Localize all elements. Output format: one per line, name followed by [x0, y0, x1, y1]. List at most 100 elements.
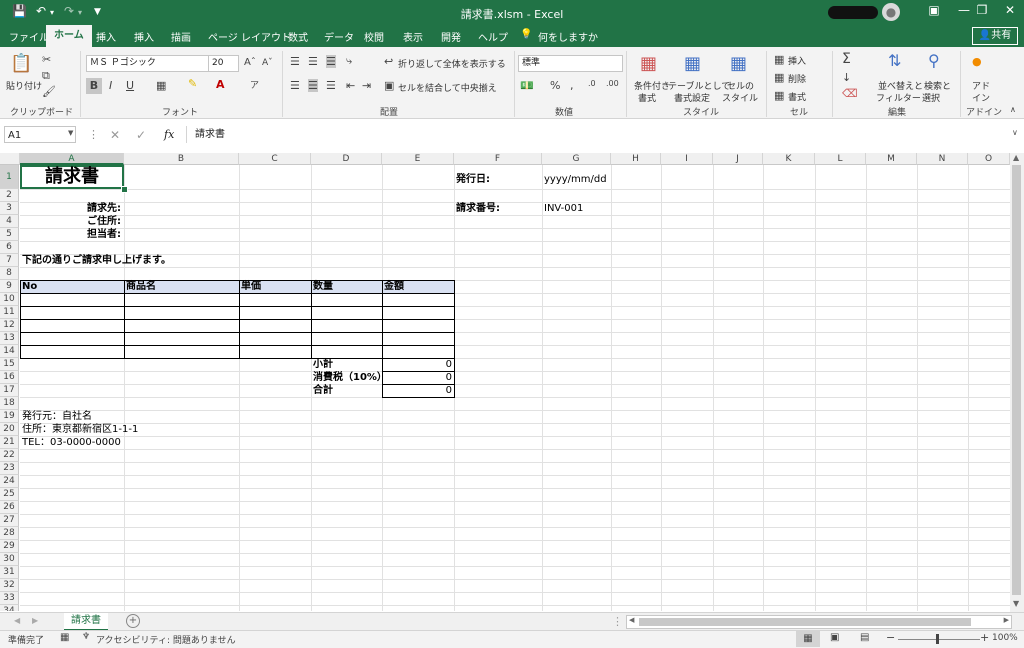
ribbon-display-icon[interactable]: ▣ — [920, 3, 948, 17]
scroll-down-icon[interactable]: ▼ — [1013, 599, 1019, 608]
row-header-10[interactable]: 10 — [0, 293, 19, 306]
column-header-a[interactable]: A — [20, 153, 124, 165]
bold-icon[interactable]: B — [86, 78, 102, 94]
column-header-b[interactable]: B — [124, 153, 239, 165]
vertical-scrollbar[interactable]: ▲ ▼ — [1010, 153, 1024, 612]
row-header-20[interactable]: 20 — [0, 423, 19, 436]
row-header-33[interactable]: 33 — [0, 592, 19, 605]
name-box[interactable]: A1 — [4, 126, 76, 143]
align-right-icon[interactable]: ☰ — [326, 79, 336, 92]
tab-insert-2[interactable]: 挿入 — [134, 29, 154, 44]
format-cells-button[interactable]: 書式 — [788, 90, 806, 103]
increase-font-icon[interactable]: Aˆ — [244, 57, 256, 68]
column-header-k[interactable]: K — [763, 153, 815, 165]
accessibility-icon[interactable]: ♆ — [82, 632, 90, 642]
zoom-level[interactable]: 100% — [992, 633, 1018, 643]
row-header-12[interactable]: 12 — [0, 319, 19, 332]
invoice-number-value[interactable]: INV-001 — [544, 202, 583, 215]
issuer-tel[interactable]: TEL：03-0000-0000 — [22, 436, 121, 449]
font-size-select[interactable]: 20 — [208, 55, 239, 72]
fill-color-icon[interactable]: ✎ — [188, 77, 197, 90]
page-break-view-icon[interactable]: ▤ — [860, 632, 869, 643]
row-header-11[interactable]: 11 — [0, 306, 19, 319]
issue-date-value[interactable]: yyyy/mm/dd — [544, 173, 607, 186]
column-header-l[interactable]: L — [815, 153, 866, 165]
tax-label[interactable]: 消費税（10%） — [313, 371, 387, 384]
horizontal-scrollbar[interactable]: ◀ ▶ — [626, 615, 1012, 629]
macro-record-icon[interactable]: ▦ — [60, 632, 69, 643]
name-box-dropdown-icon[interactable]: ▼ — [68, 129, 73, 137]
row-header-15[interactable]: 15 — [0, 358, 19, 371]
clear-icon[interactable]: ⌫ — [842, 87, 858, 100]
row-header-9[interactable]: 9 — [0, 280, 19, 293]
row-header-18[interactable]: 18 — [0, 397, 19, 410]
expand-formula-bar-icon[interactable]: ∨ — [1012, 128, 1018, 137]
percent-icon[interactable]: % — [550, 79, 560, 92]
table-header-unit-price[interactable]: 単価 — [241, 280, 261, 293]
zoom-in-icon[interactable]: + — [980, 631, 989, 644]
close-icon[interactable]: ✕ — [996, 3, 1024, 17]
fill-handle[interactable] — [121, 186, 128, 193]
align-center-icon[interactable]: ☰ — [308, 79, 318, 92]
column-header-g[interactable]: G — [542, 153, 611, 165]
increase-decimal-icon[interactable]: .0 — [588, 79, 596, 88]
vertical-scroll-thumb[interactable] — [1012, 165, 1021, 595]
row-header-2[interactable]: 2 — [0, 189, 19, 202]
total-value[interactable]: 0 — [384, 384, 452, 397]
zoom-out-icon[interactable]: − — [886, 631, 895, 644]
row-header-26[interactable]: 26 — [0, 501, 19, 514]
column-header-e[interactable]: E — [382, 153, 454, 165]
fill-icon[interactable]: ↓ — [842, 71, 851, 84]
table-header-amount[interactable]: 金額 — [384, 280, 404, 293]
row-header-29[interactable]: 29 — [0, 540, 19, 553]
decrease-indent-icon[interactable]: ⇤ — [346, 79, 355, 92]
row-header-17[interactable]: 17 — [0, 384, 19, 397]
row-header-34[interactable]: 34 — [0, 605, 19, 611]
paste-icon[interactable]: 📋 — [10, 53, 32, 75]
cut-icon[interactable]: ✂ — [42, 53, 51, 66]
zoom-slider[interactable] — [898, 639, 980, 640]
comma-icon[interactable]: , — [570, 79, 574, 92]
row-header-24[interactable]: 24 — [0, 475, 19, 488]
increase-indent-icon[interactable]: ⇥ — [362, 79, 371, 92]
align-left-icon[interactable]: ☰ — [290, 79, 300, 92]
table-header-item[interactable]: 商品名 — [126, 280, 156, 293]
decrease-font-icon[interactable]: Aˇ — [262, 58, 273, 68]
merge-center-button[interactable]: セルを結合して中央揃え — [398, 81, 497, 94]
tell-me-search[interactable]: 何をしますか — [538, 29, 598, 44]
tab-data[interactable]: データ — [324, 29, 354, 44]
phonetic-icon[interactable]: ア — [250, 78, 259, 91]
row-header-13[interactable]: 13 — [0, 332, 19, 345]
table-header-no[interactable]: No — [22, 280, 37, 293]
orientation-icon[interactable]: ⤷ — [346, 54, 352, 68]
next-sheet-icon[interactable]: ▶ — [32, 616, 38, 625]
new-sheet-icon[interactable]: + — [126, 614, 140, 628]
worksheet-grid[interactable]: 1 2 3 4 5 6 7 8 9 10 11 12 13 14 15 16 1… — [0, 165, 1010, 611]
column-header-o[interactable]: O — [968, 153, 1010, 165]
bill-to-label[interactable]: 請求先: — [20, 202, 121, 215]
tab-view[interactable]: 表示 — [403, 29, 423, 44]
column-header-j[interactable]: J — [713, 153, 763, 165]
row-header-27[interactable]: 27 — [0, 514, 19, 527]
row-header-32[interactable]: 32 — [0, 579, 19, 592]
scroll-left-icon[interactable]: ◀ — [629, 616, 634, 624]
tab-home[interactable]: ホーム — [46, 25, 92, 47]
table-header-quantity[interactable]: 数量 — [313, 280, 333, 293]
insert-cells-button[interactable]: 挿入 — [788, 54, 806, 67]
scroll-up-icon[interactable]: ▲ — [1013, 153, 1019, 162]
row-header-25[interactable]: 25 — [0, 488, 19, 501]
tab-review[interactable]: 校閲 — [364, 29, 384, 44]
row-header-1[interactable]: 1 — [0, 165, 19, 189]
row-header-22[interactable]: 22 — [0, 449, 19, 462]
column-header-f[interactable]: F — [454, 153, 542, 165]
column-header-h[interactable]: H — [611, 153, 661, 165]
font-color-icon[interactable]: A — [216, 78, 225, 91]
issuer-name[interactable]: 発行元：自社名 — [22, 410, 92, 423]
row-header-31[interactable]: 31 — [0, 566, 19, 579]
tab-insert[interactable]: 挿入 — [96, 29, 116, 44]
currency-icon[interactable]: 💵 — [520, 79, 534, 92]
row-header-8[interactable]: 8 — [0, 267, 19, 280]
normal-view-icon[interactable]: ▦ — [796, 631, 820, 647]
row-header-3[interactable]: 3 — [0, 202, 19, 215]
decrease-decimal-icon[interactable]: .00 — [606, 79, 619, 88]
